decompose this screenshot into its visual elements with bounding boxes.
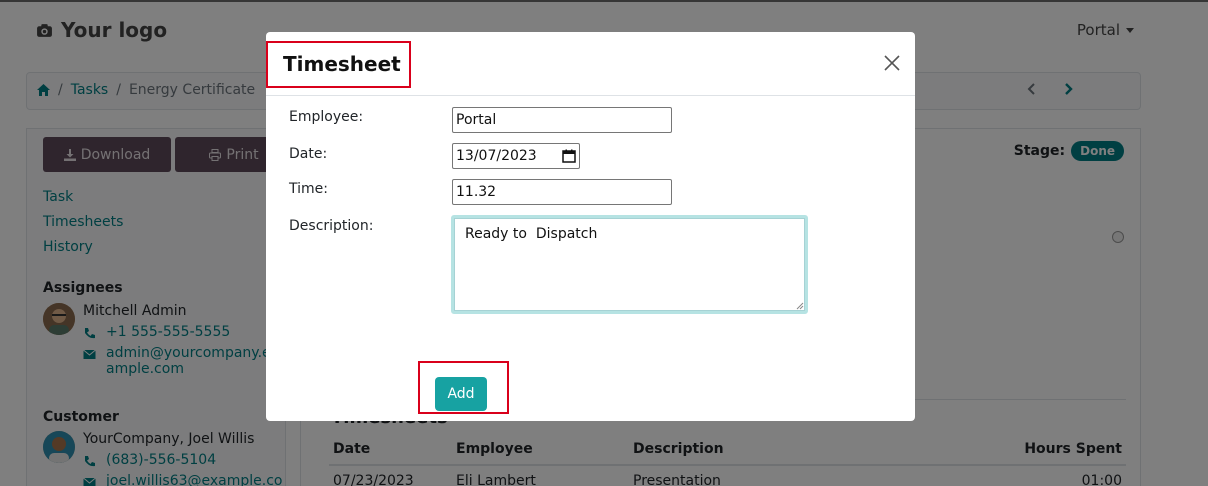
- date-field[interactable]: 13/07/2023: [452, 143, 580, 169]
- employee-label: Employee:: [289, 109, 364, 125]
- time-value: 11.32: [456, 184, 497, 200]
- employee-field[interactable]: Portal: [452, 107, 672, 133]
- description-textarea[interactable]: Ready to Dispatch: [451, 215, 808, 314]
- time-label: Time:: [289, 181, 328, 197]
- date-label: Date:: [289, 146, 328, 162]
- calendar-icon[interactable]: [562, 149, 576, 163]
- date-value: 13/07/2023: [456, 148, 537, 164]
- close-button[interactable]: [883, 54, 901, 72]
- description-value: Ready to Dispatch: [465, 226, 598, 242]
- time-field[interactable]: 11.32: [452, 179, 672, 205]
- description-label: Description:: [289, 218, 374, 234]
- timesheet-dialog: Timesheet Employee: Portal Date: 13/07/2…: [266, 32, 915, 421]
- close-icon: [884, 55, 900, 71]
- resize-handle-icon[interactable]: [796, 302, 804, 310]
- add-button[interactable]: Add: [435, 377, 487, 411]
- dialog-title: Timesheet: [283, 52, 401, 76]
- employee-value: Portal: [456, 112, 497, 128]
- dialog-header: Timesheet: [266, 32, 915, 96]
